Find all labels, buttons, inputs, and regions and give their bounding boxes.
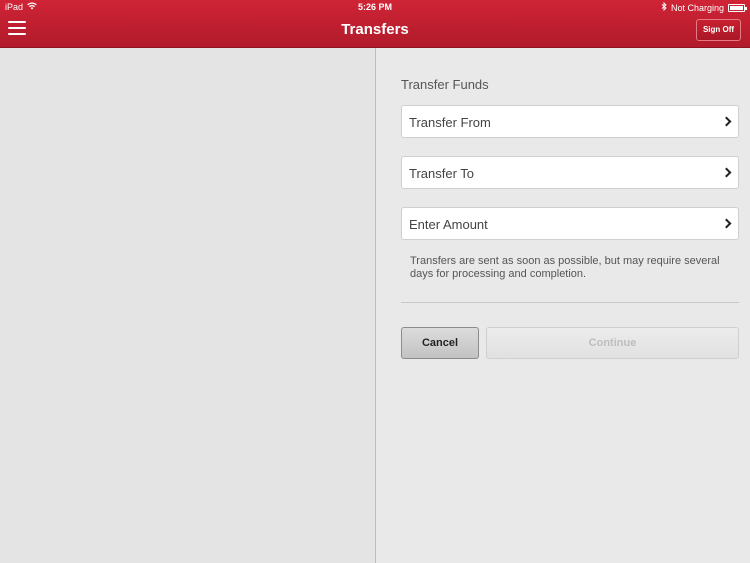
header-bar: iPad 5:26 PM Not Charging Transfers Sign… (0, 0, 750, 48)
status-right: Not Charging (661, 1, 747, 13)
sign-off-button[interactable]: Sign Off (696, 19, 741, 41)
left-panel (0, 48, 375, 563)
battery-icon (728, 3, 747, 12)
enter-amount-label: Enter Amount (409, 217, 488, 232)
nav-bar: Transfers Sign Off (0, 15, 750, 48)
section-title: Transfer Funds (401, 77, 489, 92)
status-time: 5:26 PM (357, 2, 392, 12)
divider-line (401, 302, 739, 303)
chevron-right-icon (721, 167, 732, 178)
bluetooth-icon (661, 1, 667, 13)
transfer-note: Transfers are sent as soon as possible, … (410, 255, 720, 280)
hamburger-icon[interactable] (8, 21, 26, 37)
chevron-right-icon (721, 218, 732, 229)
app-window: iPad 5:26 PM Not Charging Transfers Sign… (0, 0, 750, 563)
page-title: Transfers (341, 21, 409, 38)
chevron-right-icon (721, 116, 732, 127)
charging-status: Not Charging (670, 2, 724, 13)
transfer-from-row[interactable]: Transfer From (401, 105, 739, 138)
enter-amount-row[interactable]: Enter Amount (401, 207, 739, 240)
transfer-panel: Transfer Funds Transfer From Transfer To… (376, 48, 750, 563)
continue-button[interactable]: Continue (486, 327, 739, 359)
transfer-to-row[interactable]: Transfer To (401, 156, 739, 189)
cancel-button[interactable]: Cancel (401, 327, 479, 359)
status-bar: iPad 5:26 PM Not Charging (0, 0, 750, 15)
transfer-from-label: Transfer From (409, 115, 491, 130)
transfer-to-label: Transfer To (409, 166, 475, 181)
